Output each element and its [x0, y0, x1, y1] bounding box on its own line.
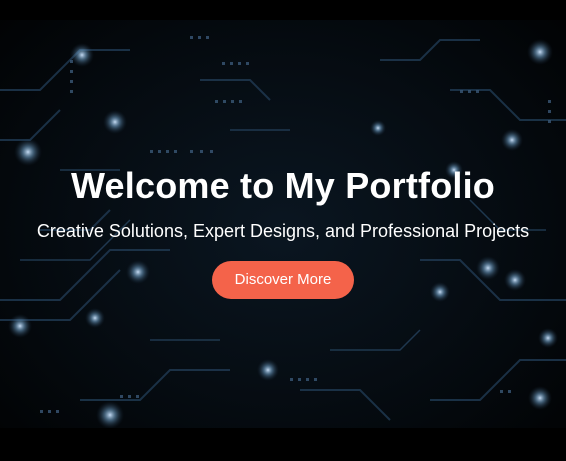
discover-more-button[interactable]: Discover More — [211, 261, 355, 299]
top-strip — [0, 0, 566, 20]
bottom-strip — [0, 428, 566, 461]
hero-section: Welcome to My Portfolio Creative Solutio… — [0, 0, 566, 461]
hero-content: Welcome to My Portfolio Creative Solutio… — [0, 162, 566, 299]
hero-title: Welcome to My Portfolio — [71, 165, 495, 206]
hero-subtitle: Creative Solutions, Expert Designs, and … — [36, 221, 530, 241]
